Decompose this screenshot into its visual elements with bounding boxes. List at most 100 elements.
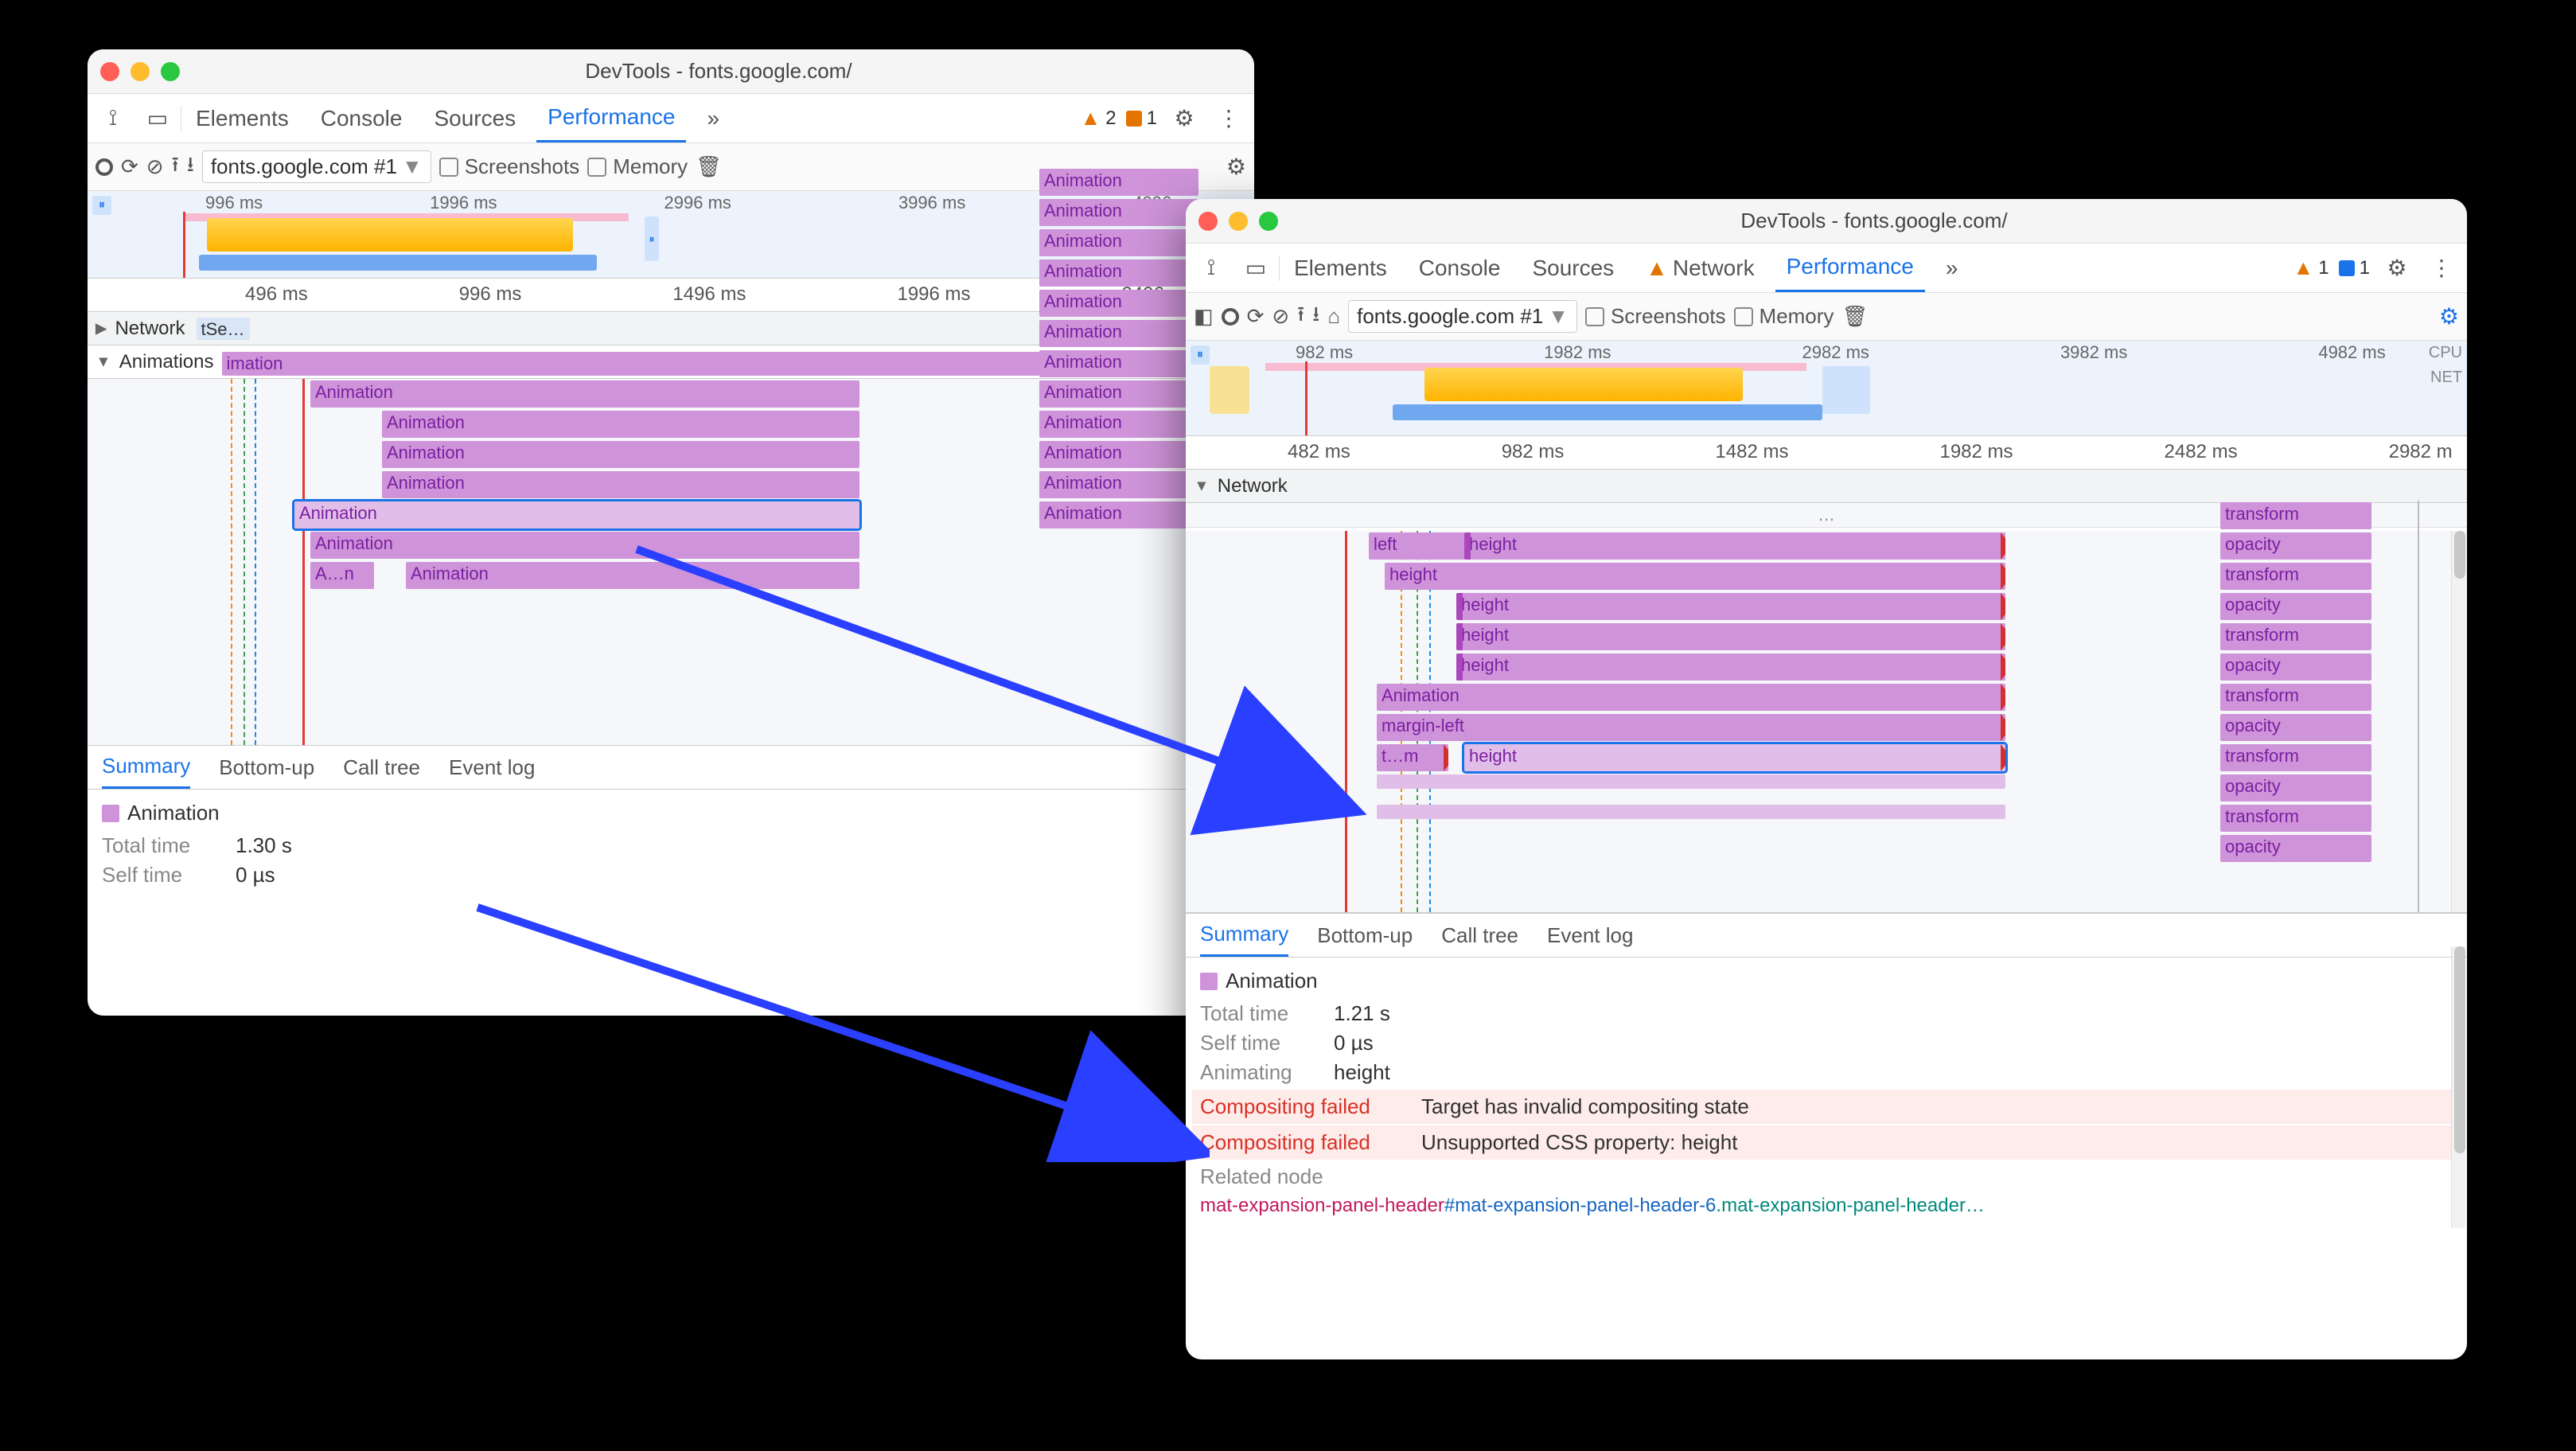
dock-icon[interactable]: ◧ — [1194, 304, 1214, 329]
anim-bar[interactable]: t…m — [1377, 744, 1448, 771]
anim-bar[interactable]: height — [1456, 623, 2005, 650]
device-toolbar-icon[interactable]: ▭ — [1238, 251, 1273, 286]
overview-timeline[interactable]: ⏸ 982 ms 1982 ms 2982 ms 3982 ms 4982 ms… — [1186, 341, 2467, 436]
anim-bar[interactable]: Animation — [1039, 441, 1198, 468]
record-button[interactable] — [1222, 308, 1239, 326]
tab-eventlog[interactable]: Event log — [1547, 914, 1633, 957]
tab-eventlog[interactable]: Event log — [449, 746, 535, 789]
device-toolbar-icon[interactable]: ▭ — [140, 101, 175, 136]
anim-bar[interactable]: transform — [2220, 744, 2371, 771]
target-select[interactable]: fonts.google.com #1▼ — [202, 150, 431, 183]
anim-bar[interactable]: Animation — [382, 411, 859, 438]
track-network[interactable]: ▼ Network — [1186, 470, 2467, 503]
tab-console[interactable]: Console — [310, 94, 414, 142]
settings-icon[interactable]: ⚙ — [2379, 251, 2414, 286]
zoom-icon[interactable] — [161, 62, 180, 81]
tab-console[interactable]: Console — [1408, 244, 1512, 292]
scrollbar[interactable] — [2451, 531, 2465, 912]
flame-ruler[interactable]: 482 ms 982 ms 1482 ms 1982 ms 2482 ms 29… — [1186, 436, 2467, 470]
anim-bar[interactable]: Animation — [1039, 471, 1198, 498]
kebab-icon[interactable]: ⋮ — [1211, 101, 1246, 136]
collapse-icon[interactable]: ▼ — [1194, 477, 1209, 494]
titlebar[interactable]: DevTools - fonts.google.com/ — [1186, 199, 2467, 244]
related-node-link[interactable]: mat-expansion-panel-header#mat-expansion… — [1200, 1194, 2453, 1217]
anim-bar[interactable]: opacity — [2220, 593, 2371, 620]
close-icon[interactable] — [100, 62, 119, 81]
tab-performance[interactable]: Performance — [1775, 244, 1925, 292]
capture-settings-icon[interactable]: ⚙ — [2439, 303, 2459, 330]
screenshots-toggle[interactable]: Screenshots — [1585, 304, 1726, 329]
expand-icon[interactable]: ▶ — [95, 319, 107, 337]
anim-bar[interactable]: Animation — [1039, 199, 1198, 226]
range-handle[interactable]: ⏸ — [645, 216, 659, 261]
kebab-icon[interactable]: ⋮ — [2424, 251, 2459, 286]
anim-bar[interactable]: Animation — [1039, 229, 1198, 256]
memory-toggle[interactable]: Memory — [587, 154, 688, 179]
tab-network[interactable]: ▲Network — [1635, 244, 1765, 292]
messages-badge[interactable]: 1 — [2339, 257, 2370, 279]
memory-toggle[interactable]: Memory — [1734, 304, 1834, 329]
anim-bar[interactable]: transform — [2220, 623, 2371, 650]
titlebar[interactable]: DevTools - fonts.google.com/ — [88, 49, 1254, 94]
anim-bar[interactable]: A…n — [310, 562, 374, 589]
anim-bar[interactable]: transform — [2220, 805, 2371, 832]
tab-summary[interactable]: Summary — [102, 746, 190, 789]
anim-bar[interactable]: Animation — [382, 471, 859, 498]
anim-bar[interactable]: Animation — [1039, 350, 1198, 377]
anim-bar[interactable] — [1377, 805, 2005, 819]
gc-icon[interactable]: 🗑 — [1841, 304, 1868, 329]
anim-bar-header[interactable]: imation — [222, 352, 1113, 376]
screenshots-toggle[interactable]: Screenshots — [439, 154, 580, 179]
anim-bar[interactable] — [1377, 774, 2005, 789]
close-icon[interactable] — [1198, 212, 1218, 231]
tab-summary[interactable]: Summary — [1200, 914, 1288, 957]
tab-bottomup[interactable]: Bottom-up — [219, 746, 314, 789]
tab-more[interactable]: » — [1935, 244, 1970, 292]
scroll-thumb[interactable] — [2454, 531, 2465, 579]
home-icon[interactable]: ⌂ — [1327, 304, 1340, 329]
record-button[interactable] — [95, 158, 113, 176]
anim-bar[interactable]: height — [1385, 563, 2005, 590]
anim-bar[interactable]: opacity — [2220, 774, 2371, 802]
gc-icon[interactable]: 🗑 — [696, 154, 722, 179]
anim-bar[interactable]: Animation — [1039, 169, 1198, 196]
tab-bottomup[interactable]: Bottom-up — [1317, 914, 1413, 957]
tab-elements[interactable]: Elements — [185, 94, 300, 142]
zoom-icon[interactable] — [1259, 212, 1278, 231]
anim-bar[interactable]: margin-left — [1377, 714, 2005, 741]
anim-bar[interactable]: height — [1464, 532, 2005, 560]
flame-chart[interactable]: left height height height height height … — [1186, 531, 2467, 913]
anim-bar[interactable]: opacity — [2220, 835, 2371, 862]
settings-icon[interactable]: ⚙ — [1167, 101, 1202, 136]
anim-bar[interactable]: Animation — [310, 380, 859, 408]
anim-bar[interactable]: Animation — [1039, 380, 1198, 408]
tab-calltree[interactable]: Call tree — [1441, 914, 1518, 957]
range-handle[interactable] — [1822, 366, 1870, 414]
anim-bar[interactable]: Animation — [1377, 684, 2005, 711]
reload-record-button[interactable]: ⟳ — [121, 154, 138, 179]
target-select[interactable]: fonts.google.com #1▼ — [1348, 300, 1577, 333]
anim-bar[interactable]: Animation — [1039, 290, 1198, 317]
tab-sources[interactable]: Sources — [423, 94, 527, 142]
anim-bar[interactable]: opacity — [2220, 714, 2371, 741]
anim-bar-selected[interactable]: height — [1464, 744, 2005, 771]
anim-bar[interactable]: transform — [2220, 502, 2371, 529]
divider[interactable] — [2418, 501, 2419, 912]
net-chip[interactable]: tSe… — [197, 318, 250, 340]
tab-sources[interactable]: Sources — [1521, 244, 1625, 292]
anim-bar[interactable]: height — [1456, 593, 2005, 620]
download-icon[interactable]: ⭳ — [1312, 299, 1319, 334]
tab-performance[interactable]: Performance — [536, 94, 686, 142]
anim-bar[interactable]: opacity — [2220, 653, 2371, 681]
tab-elements[interactable]: Elements — [1283, 244, 1398, 292]
upload-icon[interactable]: ⭱ — [1297, 299, 1304, 334]
upload-icon[interactable]: ⭱ — [172, 150, 179, 185]
download-icon[interactable]: ⭳ — [187, 150, 194, 185]
minimize-icon[interactable] — [1229, 212, 1248, 231]
anim-bar[interactable]: transform — [2220, 563, 2371, 590]
inspect-icon[interactable]: ⟟ — [1194, 251, 1229, 286]
collapse-icon[interactable]: ▼ — [95, 353, 111, 370]
anim-bar[interactable]: Animation — [382, 441, 859, 468]
anim-bar[interactable]: Animation — [1039, 320, 1198, 347]
anim-bar[interactable]: height — [1456, 653, 2005, 681]
